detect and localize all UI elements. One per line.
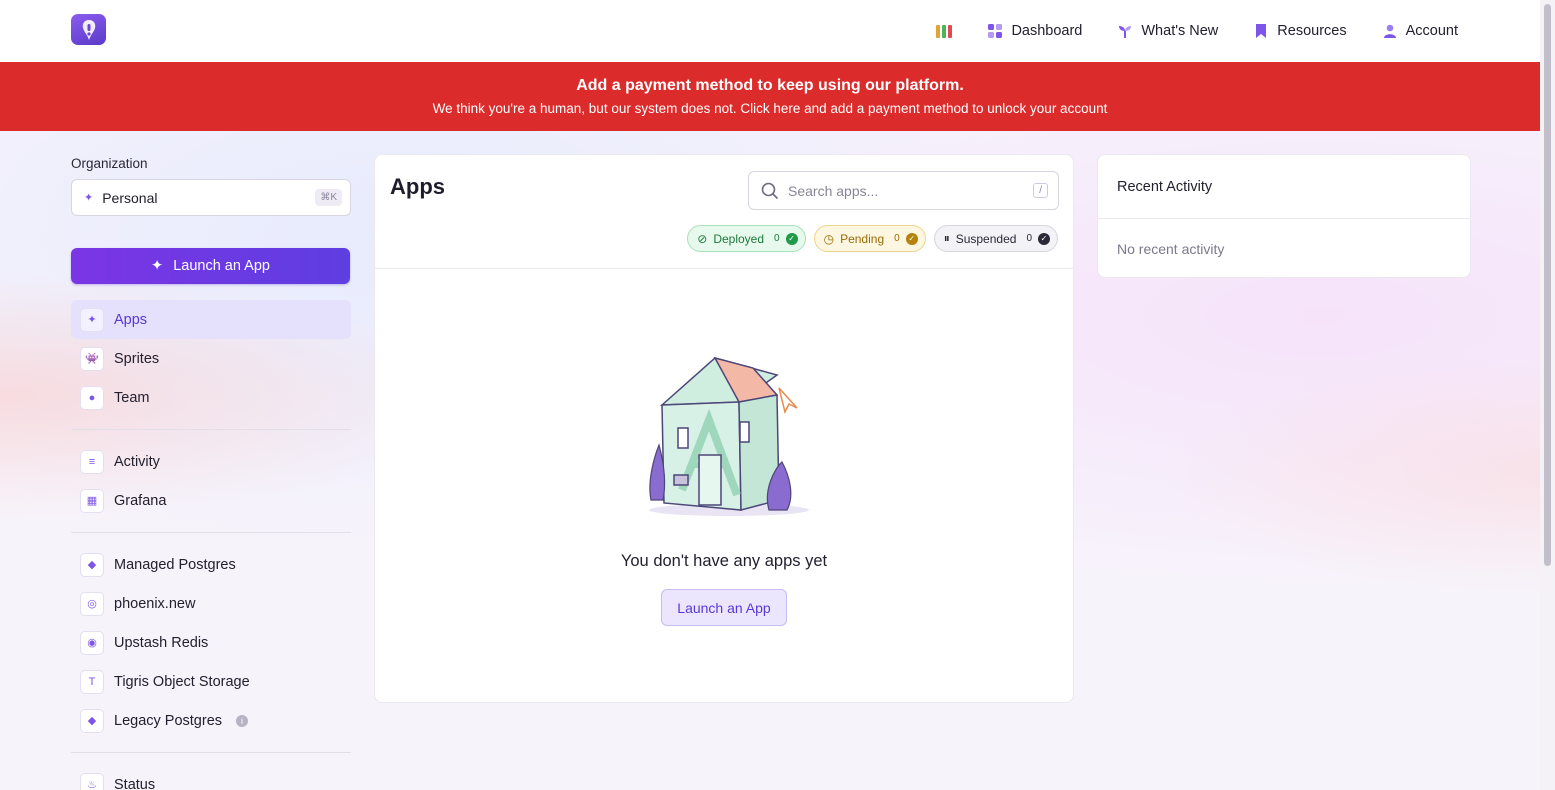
check-icon: ✓ xyxy=(785,232,798,245)
banner-subtitle: We think you're a human, but our system … xyxy=(432,101,1108,116)
user-icon xyxy=(1383,24,1396,38)
sidebar-item-legacy-postgres[interactable]: ◆ Legacy Postgres i xyxy=(71,701,351,740)
dashboard-icon xyxy=(988,24,1003,38)
phoenix-icon: ◎ xyxy=(80,591,104,616)
sidebar-item-label: Tigris Object Storage xyxy=(114,673,250,690)
sidebar-item-label: Sprites xyxy=(114,350,160,367)
sidebar-item-label: Apps xyxy=(114,311,148,328)
search-box[interactable]: / xyxy=(748,171,1059,210)
tigris-icon: T xyxy=(80,669,104,694)
sidebar-item-activity[interactable]: ≡ Activity xyxy=(71,442,351,481)
nav-whats-new-label: What's New xyxy=(1141,23,1219,39)
filter-label: Deployed xyxy=(713,231,765,246)
page-scrollbar[interactable] xyxy=(1540,0,1555,790)
sidebar-item-apps[interactable]: ✦ Apps xyxy=(71,300,351,339)
check-icon: ✓ xyxy=(905,232,918,245)
filter-label: Suspended xyxy=(955,231,1017,246)
sidebar-item-label: Status xyxy=(114,776,156,790)
sparkle-icon: ✦ xyxy=(151,258,164,274)
activity-icon: ≡ xyxy=(80,449,104,474)
top-nav: Dashboard What's New Resources Account xyxy=(0,0,1540,62)
recent-activity-card: Recent Activity No recent activity xyxy=(1097,154,1471,278)
nav-resources-label: Resources xyxy=(1277,23,1347,39)
launch-app-label: Launch an App xyxy=(173,258,270,274)
sidebar-menu: ✦ Apps 👾 Sprites ● Team ≡ Activity ▦ Gra… xyxy=(71,300,351,790)
logo-icon xyxy=(82,19,95,40)
org-label: Organization xyxy=(71,156,148,171)
nav-account[interactable]: Account xyxy=(1383,23,1458,39)
check-circle-icon: ⊘ xyxy=(697,231,708,246)
divider xyxy=(71,532,351,533)
nav-dashboard-label: Dashboard xyxy=(1011,23,1083,39)
payment-banner[interactable]: Add a payment method to keep using our p… xyxy=(0,62,1540,131)
nav-resources[interactable]: Resources xyxy=(1254,23,1347,39)
nav-links: Dashboard What's New Resources Account xyxy=(936,0,1458,62)
logo[interactable] xyxy=(71,14,106,45)
clock-icon: ◷ xyxy=(823,231,835,246)
info-icon[interactable]: i xyxy=(236,714,249,727)
postgres-icon: ◆ xyxy=(80,552,104,577)
divider xyxy=(375,268,1073,269)
filter-deployed[interactable]: ⊘ Deployed 0 ✓ xyxy=(687,225,806,252)
filter-count: 0 xyxy=(1026,233,1032,244)
banner-title: Add a payment method to keep using our p… xyxy=(576,77,964,94)
search-icon xyxy=(761,182,779,199)
sidebar-item-label: Team xyxy=(114,389,150,406)
user-icon: ● xyxy=(80,385,104,410)
filter-count: 0 xyxy=(774,233,780,244)
divider xyxy=(71,429,351,430)
sidebar-item-phoenix[interactable]: ◎ phoenix.new xyxy=(71,584,351,623)
sidebar-item-tigris[interactable]: T Tigris Object Storage xyxy=(71,662,351,701)
sidebar-item-managed-postgres[interactable]: ◆ Managed Postgres xyxy=(71,545,351,584)
nav-account-label: Account xyxy=(1405,23,1458,39)
sidebar-item-upstash-redis[interactable]: ◉ Upstash Redis xyxy=(71,623,351,662)
pause-circle-icon: ⏸ xyxy=(943,231,950,245)
org-shortcut: ⌘K xyxy=(315,189,342,206)
search-shortcut: / xyxy=(1033,183,1048,198)
sprite-icon: 👾 xyxy=(80,346,104,371)
sidebar-item-status[interactable]: ♨ Status xyxy=(71,765,351,790)
sprout-icon xyxy=(1119,26,1132,38)
filter-pending[interactable]: ◷ Pending 0 ✓ xyxy=(813,225,926,252)
status-icon: ♨ xyxy=(80,772,104,790)
sidebar-item-label: Managed Postgres xyxy=(114,556,236,573)
sidebar-item-label: Grafana xyxy=(114,492,167,509)
org-selector[interactable]: ✦ Personal ⌘K xyxy=(71,179,351,216)
scrollbar-thumb[interactable] xyxy=(1544,4,1551,566)
empty-launch-app-button[interactable]: Launch an App xyxy=(661,589,787,626)
grafana-icon: ▦ xyxy=(80,488,104,513)
activity-title: Recent Activity xyxy=(1117,179,1213,195)
sidebar: Organization ✦ Personal ⌘K ✦ Launch an A… xyxy=(71,156,351,790)
sidebar-item-label: Legacy Postgres xyxy=(114,712,223,729)
filter-suspended[interactable]: ⏸ Suspended 0 ✓ xyxy=(933,225,1058,252)
redis-icon: ◉ xyxy=(80,630,104,655)
divider xyxy=(71,752,351,753)
postgres-icon: ◆ xyxy=(80,708,104,733)
search-input[interactable] xyxy=(788,182,1025,199)
sidebar-item-label: phoenix.new xyxy=(114,595,196,612)
sidebar-item-grafana[interactable]: ▦ Grafana xyxy=(71,481,351,520)
nav-dashboard[interactable]: Dashboard xyxy=(988,23,1082,39)
sidebar-item-label: Upstash Redis xyxy=(114,634,209,651)
sidebar-item-team[interactable]: ● Team xyxy=(71,378,351,417)
sidebar-item-label: Activity xyxy=(114,453,160,470)
empty-state-text: You don't have any apps yet xyxy=(620,552,828,570)
org-sparkle-icon: ✦ xyxy=(84,192,94,204)
filter-count: 0 xyxy=(894,233,900,244)
house-illustration xyxy=(649,356,809,516)
page-title: Apps xyxy=(390,174,445,199)
bookmark-icon xyxy=(1256,24,1267,38)
sidebar-item-sprites[interactable]: 👾 Sprites xyxy=(71,339,351,378)
filter-label: Pending xyxy=(840,231,885,246)
sparkle-icon: ✦ xyxy=(80,307,104,332)
status-bars-icon[interactable] xyxy=(936,24,953,38)
nav-whats-new[interactable]: What's New xyxy=(1118,23,1218,39)
org-value: Personal xyxy=(102,189,158,206)
activity-empty-text: No recent activity xyxy=(1117,241,1225,257)
status-filters: ⊘ Deployed 0 ✓ ◷ Pending 0 ✓ ⏸ Suspended… xyxy=(687,225,1058,252)
check-icon: ✓ xyxy=(1038,232,1050,245)
apps-card: Apps / ⊘ Deployed 0 ✓ ◷ Pending 0 ✓ ⏸ Su… xyxy=(374,154,1074,703)
divider xyxy=(1098,218,1470,219)
launch-app-button[interactable]: ✦ Launch an App xyxy=(71,248,350,284)
